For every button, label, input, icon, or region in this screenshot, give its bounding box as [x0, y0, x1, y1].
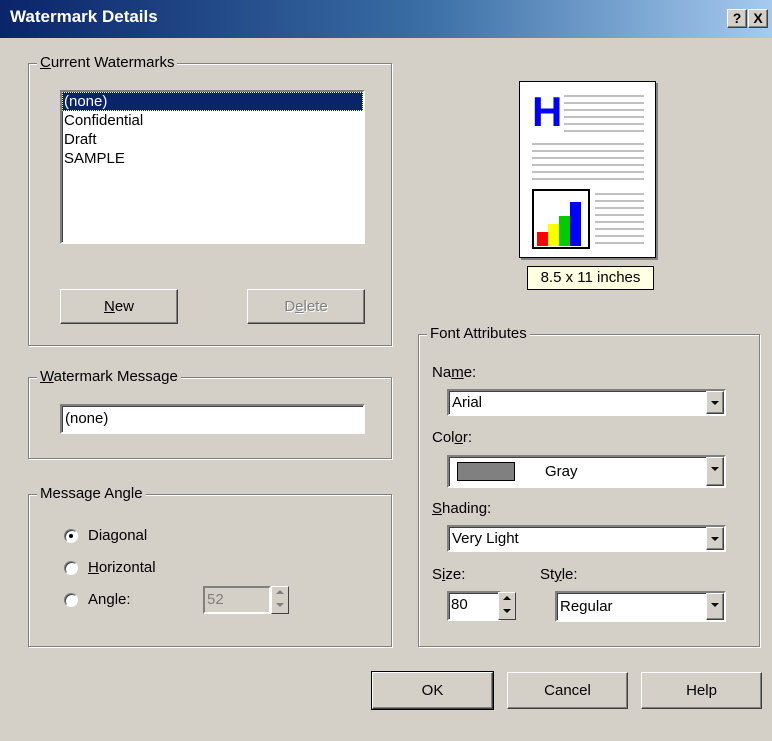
help-icon[interactable]: ? — [727, 9, 747, 28]
radio-angle-label: Angle: — [88, 591, 131, 608]
size-down-icon[interactable] — [499, 606, 515, 617]
page-preview: H — [519, 81, 656, 258]
font-size-spinner[interactable] — [498, 592, 516, 620]
cancel-button[interactable]: Cancel — [507, 672, 628, 709]
angle-down-icon[interactable] — [272, 600, 288, 611]
watermark-message-input[interactable]: (none) — [60, 404, 365, 434]
radio-horizontal[interactable] — [64, 561, 78, 575]
chevron-down-icon[interactable] — [706, 527, 724, 550]
list-item[interactable]: SAMPLE — [62, 149, 363, 168]
font-size-label: Size: — [432, 566, 466, 583]
font-name-dropdown[interactable]: Arial — [447, 389, 726, 416]
font-name-label: Name: — [432, 364, 477, 381]
font-color-value: Gray — [545, 463, 578, 480]
list-item[interactable]: (none) — [62, 92, 363, 111]
radio-diagonal-label: Diagonal — [88, 527, 148, 544]
font-color-label: Color: — [432, 429, 473, 446]
radio-diagonal[interactable] — [64, 529, 78, 543]
page-size-label: 8.5 x 11 inches — [527, 266, 654, 290]
new-button-label: New — [103, 298, 135, 315]
font-attributes-legend: Font Attributes — [427, 325, 530, 343]
angle-spinner[interactable] — [271, 586, 289, 614]
font-style-dropdown[interactable]: Regular — [555, 591, 726, 622]
radio-horizontal-label: Horizontal — [88, 559, 156, 576]
font-style-value: Regular — [560, 598, 613, 615]
list-item[interactable]: Confidential — [62, 111, 363, 130]
chevron-down-icon[interactable] — [706, 593, 724, 620]
angle-up-icon[interactable] — [272, 587, 288, 598]
font-style-label: Style: — [540, 566, 578, 583]
font-shading-value: Very Light — [452, 530, 519, 547]
ok-button[interactable]: OK — [371, 671, 494, 710]
close-icon[interactable]: X — [748, 9, 768, 28]
angle-value-input[interactable]: 52 — [203, 586, 271, 614]
chevron-down-icon[interactable] — [706, 457, 724, 486]
message-angle-group: Message Angle — [28, 485, 392, 647]
size-up-icon[interactable] — [499, 593, 515, 604]
window-title: Watermark Details — [10, 7, 158, 26]
message-angle-legend: Message Angle — [37, 485, 146, 503]
watermarks-listbox[interactable]: (none) Confidential Draft SAMPLE — [60, 90, 365, 244]
delete-button-label: Delete — [284, 298, 328, 315]
current-watermarks-legend: Current Watermarks — [37, 54, 178, 72]
font-size-input[interactable]: 80 — [447, 591, 501, 621]
radio-angle[interactable] — [64, 593, 78, 607]
list-item[interactable]: Draft — [62, 130, 363, 149]
delete-button[interactable]: Delete — [247, 289, 365, 324]
chevron-down-icon[interactable] — [706, 391, 724, 414]
font-name-value: Arial — [452, 394, 483, 411]
help-button[interactable]: Help — [641, 672, 762, 709]
font-shading-label: Shading: — [432, 500, 492, 517]
color-swatch — [457, 462, 515, 481]
new-button[interactable]: New — [60, 289, 178, 324]
watermark-message-legend: Watermark Message — [37, 368, 181, 386]
font-color-dropdown[interactable]: Gray — [447, 455, 726, 488]
watermark-message-value: (none) — [65, 410, 109, 427]
preview-lines-icon — [532, 95, 644, 249]
title-bar[interactable]: Watermark Details ? X — [0, 0, 772, 38]
font-shading-dropdown[interactable]: Very Light — [447, 525, 726, 552]
